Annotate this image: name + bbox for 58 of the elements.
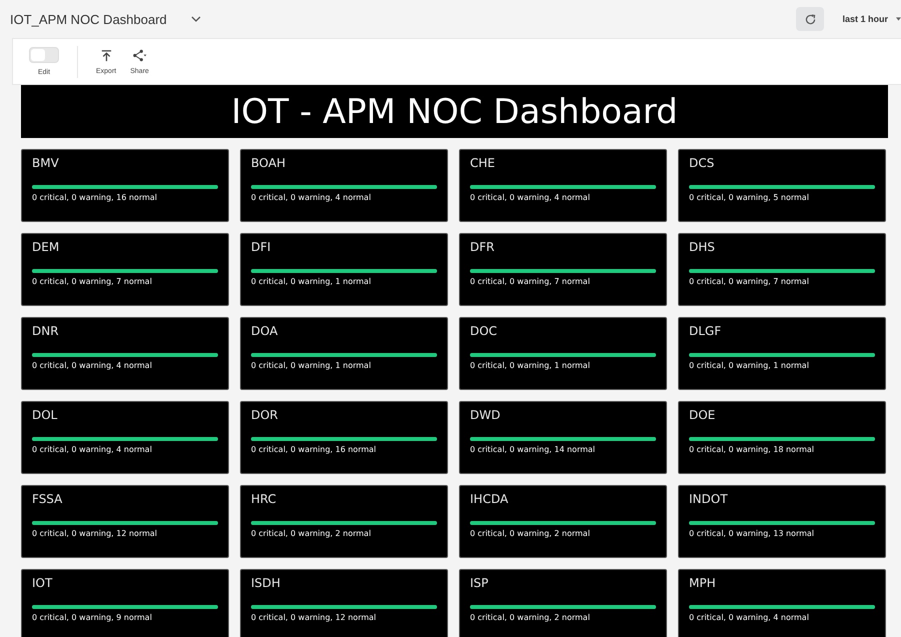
banner-title: IOT - APM NOC Dashboard — [231, 92, 678, 132]
dashboard-title: IOT_APM NOC Dashboard — [10, 12, 167, 26]
status-summary: 0 critical, 0 warning, 18 normal — [689, 445, 814, 454]
card-title: DNR — [32, 324, 59, 338]
status-summary: 0 critical, 0 warning, 4 normal — [470, 193, 590, 202]
status-summary: 0 critical, 0 warning, 5 normal — [689, 193, 809, 202]
card-title: DFI — [251, 240, 271, 254]
card-title: DEM — [32, 240, 60, 254]
edit-toggle[interactable] — [29, 47, 59, 63]
card-title: DOE — [689, 408, 716, 422]
card-title: ISDH — [251, 576, 280, 590]
chevron-down-icon[interactable] — [896, 17, 901, 21]
card-title: DCS — [689, 156, 714, 170]
status-summary: 0 critical, 0 warning, 4 normal — [32, 445, 152, 454]
status-summary: 0 critical, 0 warning, 2 normal — [470, 613, 590, 622]
card-title: BOAH — [251, 156, 286, 170]
refresh-icon[interactable] — [804, 12, 817, 26]
status-summary: 0 critical, 0 warning, 16 normal — [251, 445, 376, 454]
card-title: DLGF — [689, 324, 722, 338]
status-summary: 0 critical, 0 warning, 9 normal — [32, 613, 152, 622]
status-summary: 0 critical, 0 warning, 4 normal — [32, 361, 152, 370]
card-title: MPH — [689, 576, 716, 590]
card-title: DOL — [32, 408, 58, 422]
card-title: DOC — [470, 324, 498, 338]
upload-icon[interactable] — [100, 48, 113, 62]
status-summary: 0 critical, 0 warning, 1 normal — [470, 361, 590, 370]
status-summary: 0 critical, 0 warning, 2 normal — [251, 529, 371, 538]
card-title: DOA — [251, 324, 278, 338]
card-title: DHS — [689, 240, 715, 254]
card-title: DFR — [470, 240, 494, 254]
status-summary: 0 critical, 0 warning, 14 normal — [470, 445, 596, 454]
card-title: INDOT — [689, 492, 728, 506]
card-title: FSSA — [32, 492, 62, 506]
status-summary: 0 critical, 0 warning, 7 normal — [689, 277, 809, 286]
time-range-dropdown[interactable]: last 1 hour — [842, 14, 888, 24]
card-title: HRC — [251, 492, 276, 506]
status-summary: 0 critical, 0 warning, 16 normal — [32, 193, 158, 202]
card-title: ISP — [470, 576, 488, 590]
status-summary: 0 critical, 0 warning, 1 normal — [251, 277, 371, 286]
status-summary: 0 critical, 0 warning, 4 normal — [689, 613, 809, 622]
share-icon[interactable] — [132, 48, 148, 62]
status-summary: 0 critical, 0 warning, 13 normal — [689, 529, 814, 538]
refresh-button[interactable] — [796, 7, 824, 31]
status-summary: 0 critical, 0 warning, 1 normal — [689, 361, 809, 370]
card-title: CHE — [470, 156, 495, 170]
card-title: IHCDA — [470, 492, 508, 506]
status-summary: 0 critical, 0 warning, 7 normal — [32, 277, 152, 286]
status-summary: 0 critical, 0 warning, 4 normal — [251, 193, 371, 202]
status-summary: 0 critical, 0 warning, 2 normal — [470, 529, 590, 538]
status-summary: 0 critical, 0 warning, 12 normal — [32, 529, 158, 538]
card-title: DWD — [470, 408, 500, 422]
card-title: DOR — [251, 408, 278, 422]
card-title: BMV — [32, 156, 59, 170]
chevron-down-icon[interactable] — [190, 16, 201, 22]
status-summary: 0 critical, 0 warning, 1 normal — [251, 361, 371, 370]
status-summary: 0 critical, 0 warning, 12 normal — [251, 613, 376, 622]
card-title: IOT — [32, 576, 52, 590]
status-summary: 0 critical, 0 warning, 7 normal — [470, 277, 590, 286]
